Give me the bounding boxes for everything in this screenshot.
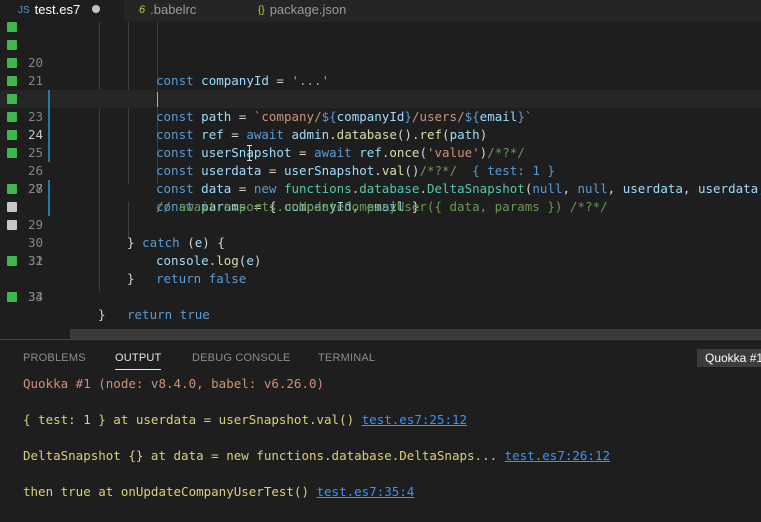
output-source-link[interactable]: test.es7:26:12: [505, 448, 610, 463]
bottom-panel: PROBLEMS OUTPUT DEBUG CONSOLE TERMINAL Q…: [0, 339, 761, 522]
code-line-current[interactable]: 24 const userSnapshot = await ref.once('…: [0, 90, 761, 160]
tab-label: test.es7: [34, 2, 81, 17]
coverage-marker: [7, 148, 17, 158]
coverage-marker: [7, 112, 17, 122]
code-line[interactable]: 28 // await exports.onUpdateCompanyUser(…: [0, 162, 761, 214]
coverage-marker: [7, 256, 17, 266]
javascript-file-icon: JS: [18, 5, 30, 16]
text-cursor: [157, 92, 158, 107]
code-line[interactable]: 26 const data = new functions.database.D…: [0, 126, 761, 196]
output-entry-text: { test: 1 } at userdata = userSnapshot.v…: [23, 412, 362, 427]
output-entry: DeltaSnapshot {} at data = new functions…: [23, 447, 610, 465]
output-entry: { test: 1 } at userdata = userSnapshot.v…: [23, 411, 467, 429]
code-line[interactable]: 32 }: [0, 234, 761, 286]
coverage-marker: [7, 22, 17, 32]
tab-label: package.json: [269, 2, 347, 17]
code-line[interactable]: 36 }: [0, 306, 761, 326]
json-file-icon: {}: [258, 5, 265, 16]
panel-tab-problems[interactable]: PROBLEMS: [23, 352, 86, 364]
code-line[interactable]: 23 const ref = await admin.database().re…: [0, 72, 761, 142]
code-line[interactable]: 22 const path = `company/${companyId}/us…: [0, 54, 761, 124]
editor-tab-bar: JS test.es7 6 .babelrc {} package.json: [0, 0, 761, 22]
code-line[interactable]: 27 const params = { companyId, email }: [0, 144, 761, 214]
babel-file-icon: 6: [139, 4, 146, 16]
panel-tab-terminal[interactable]: TERMINAL: [318, 352, 375, 364]
coverage-marker: [7, 130, 17, 140]
coverage-marker: [7, 58, 17, 68]
code-line[interactable]: 34 }: [0, 270, 761, 322]
code-line[interactable]: 30 console.log(e): [0, 198, 761, 268]
coverage-marker: [7, 292, 17, 302]
coverage-marker: [7, 94, 17, 104]
unsaved-dot-icon[interactable]: [92, 5, 101, 13]
output-channel-select[interactable]: Quokka #1: [697, 349, 761, 367]
panel-tab-debug-console[interactable]: DEBUG CONSOLE: [192, 352, 291, 364]
code-line[interactable]: 20 const companyId = '...': [0, 22, 761, 88]
code-line[interactable]: 29 } catch (e) {: [0, 180, 761, 250]
output-entry-text: then true at onUpdateCompanyUserTest(): [23, 484, 317, 499]
coverage-marker: [7, 202, 17, 212]
coverage-marker: [7, 220, 17, 230]
output-entry: then true at onUpdateCompanyUserTest() t…: [23, 483, 414, 501]
coverage-marker: [7, 40, 17, 50]
horizontal-scrollbar[interactable]: [70, 329, 761, 339]
ibeam-cursor-icon: [247, 145, 252, 161]
code-line[interactable]: 35 onUpdateCompanyUserTest() /*?*/ then …: [0, 288, 761, 326]
coverage-marker: [7, 76, 17, 86]
output-header: Quokka #1 (node: v8.4.0, babel: v6.26.0): [23, 375, 324, 393]
tab-package-json[interactable]: {} package.json: [258, 0, 346, 22]
tab-test-es7[interactable]: JS test.es7: [0, 0, 124, 22]
output-header-text: Quokka #1 (node: v8.4.0, babel: v6.26.0): [23, 376, 325, 391]
code-line[interactable]: 21 const email = '...': [0, 36, 761, 106]
git-modified-indicator[interactable]: [48, 180, 50, 216]
code-line[interactable]: 25 const userdata = userSnapshot.val()/*…: [0, 108, 761, 178]
panel-tab-output[interactable]: OUTPUT: [115, 352, 162, 370]
tab-label: .babelrc: [150, 2, 197, 17]
code-line[interactable]: 33 return true: [0, 252, 761, 322]
tab-babelrc[interactable]: 6 .babelrc: [139, 0, 196, 22]
code-line[interactable]: 31 return false: [0, 216, 761, 286]
git-modified-indicator[interactable]: [48, 90, 50, 162]
output-source-link[interactable]: test.es7:25:12: [362, 412, 467, 427]
coverage-marker: [7, 184, 17, 194]
output-entry-text: DeltaSnapshot {} at data = new functions…: [23, 448, 505, 463]
output-source-link[interactable]: test.es7:35:4: [317, 484, 415, 499]
code-editor[interactable]: 20 const companyId = '...' 21 const emai…: [0, 22, 761, 326]
